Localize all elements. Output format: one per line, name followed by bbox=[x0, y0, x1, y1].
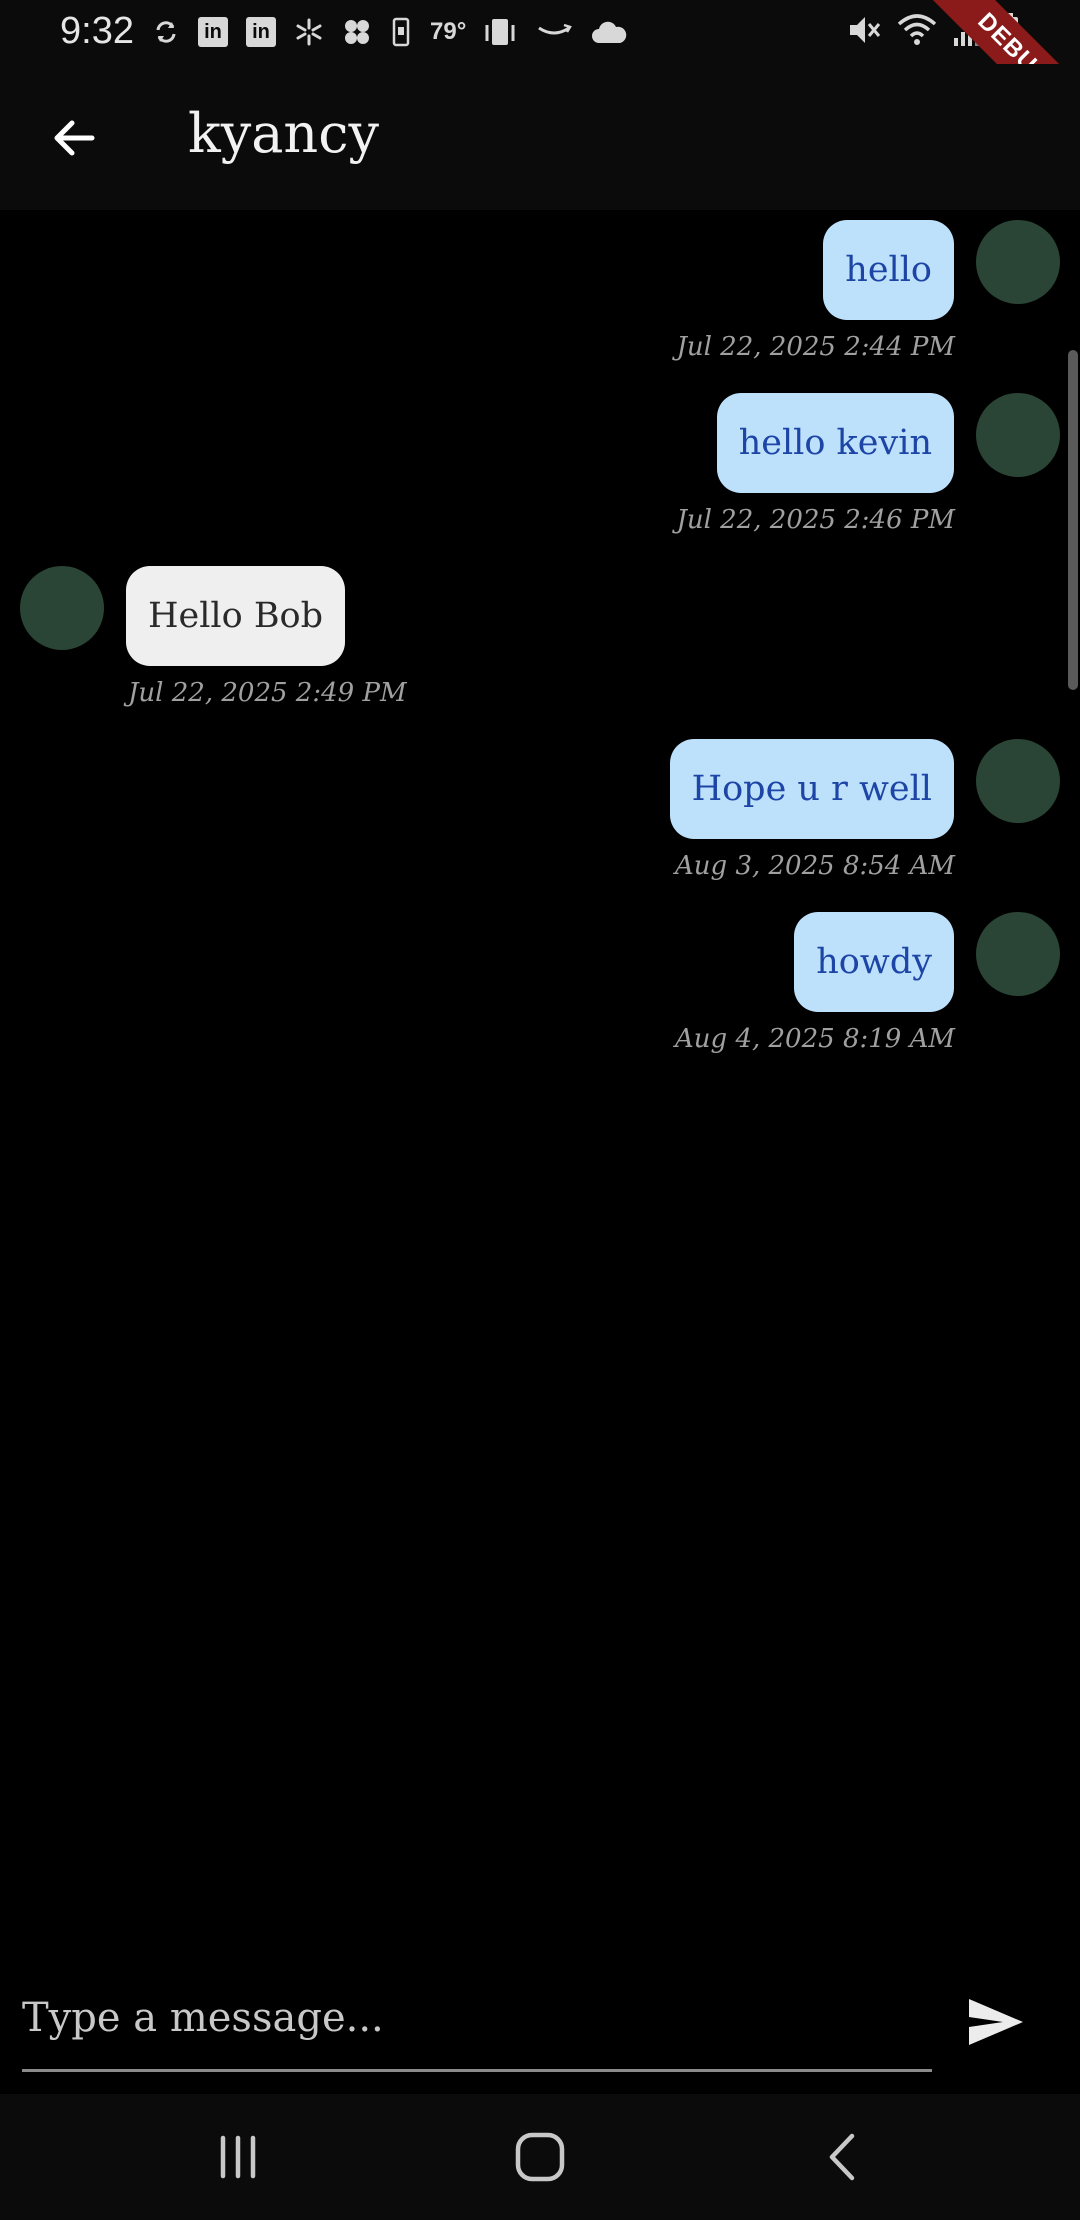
message-bubble[interactable]: hello kevin bbox=[716, 393, 954, 493]
system-nav-bar bbox=[0, 2094, 1080, 2220]
message-input[interactable] bbox=[22, 1966, 932, 2072]
scrollbar[interactable] bbox=[1068, 350, 1078, 690]
linkedin-icon: in bbox=[246, 17, 276, 47]
message-timestamp: Aug 3, 2025 8:54 AM bbox=[675, 851, 955, 881]
message-bubble[interactable]: hello bbox=[823, 220, 954, 320]
message-list[interactable]: hello Jul 22, 2025 2:44 PM hello kevin J… bbox=[0, 210, 1080, 1910]
home-button[interactable] bbox=[500, 2122, 580, 2192]
mute-icon bbox=[846, 12, 882, 53]
recents-button[interactable] bbox=[198, 2122, 278, 2192]
message-row: Hope u r well Aug 3, 2025 8:54 AM bbox=[0, 729, 1080, 901]
sparkle-icon bbox=[294, 17, 324, 47]
message-bubble[interactable]: Hope u r well bbox=[669, 739, 954, 839]
message-timestamp: Jul 22, 2025 2:44 PM bbox=[676, 332, 955, 362]
avatar bbox=[976, 393, 1060, 477]
message-bubble[interactable]: howdy bbox=[794, 912, 954, 1012]
composer bbox=[0, 1930, 1080, 2090]
page-title: kyancy bbox=[188, 102, 379, 165]
cloud-icon bbox=[590, 19, 628, 45]
linkedin-icon: in bbox=[198, 17, 228, 47]
temperature-text: 79° bbox=[430, 18, 467, 45]
wifi-icon bbox=[896, 12, 938, 53]
nav-back-icon bbox=[829, 2133, 855, 2181]
home-icon bbox=[515, 2132, 565, 2182]
app-bar: kyancy bbox=[0, 64, 1080, 210]
avatar bbox=[976, 220, 1060, 304]
screen-mirror-icon bbox=[484, 15, 518, 49]
send-button[interactable] bbox=[960, 1986, 1032, 2058]
message-row: hello kevin Jul 22, 2025 2:46 PM bbox=[0, 383, 1080, 555]
message-row: howdy Aug 4, 2025 8:19 AM bbox=[0, 902, 1080, 1074]
message-timestamp: Aug 4, 2025 8:19 AM bbox=[675, 1024, 955, 1054]
message-timestamp: Jul 22, 2025 2:49 PM bbox=[128, 678, 407, 708]
status-bar: 9:32 in in 79° DEBUG bbox=[0, 0, 1080, 158]
phone-icon bbox=[390, 17, 412, 47]
status-icons-left: in in 79° bbox=[152, 14, 628, 50]
back-button[interactable] bbox=[36, 100, 112, 176]
message-timestamp: Jul 22, 2025 2:46 PM bbox=[676, 505, 955, 535]
nav-back-button[interactable] bbox=[802, 2122, 882, 2192]
sync-icon bbox=[152, 18, 180, 46]
send-icon bbox=[969, 1999, 1023, 2045]
avatar bbox=[976, 739, 1060, 823]
amazon-icon bbox=[536, 20, 573, 44]
avatar bbox=[976, 912, 1060, 996]
message-bubble[interactable]: Hello Bob bbox=[126, 566, 346, 666]
message-row: hello Jul 22, 2025 2:44 PM bbox=[0, 210, 1080, 382]
message-row: Hello Bob Jul 22, 2025 2:49 PM bbox=[0, 556, 1080, 728]
status-time: 9:32 bbox=[60, 10, 134, 52]
arrow-left-icon bbox=[54, 120, 95, 156]
avatar bbox=[20, 566, 104, 650]
clover-icon bbox=[342, 17, 372, 47]
recents-icon bbox=[220, 2135, 256, 2179]
